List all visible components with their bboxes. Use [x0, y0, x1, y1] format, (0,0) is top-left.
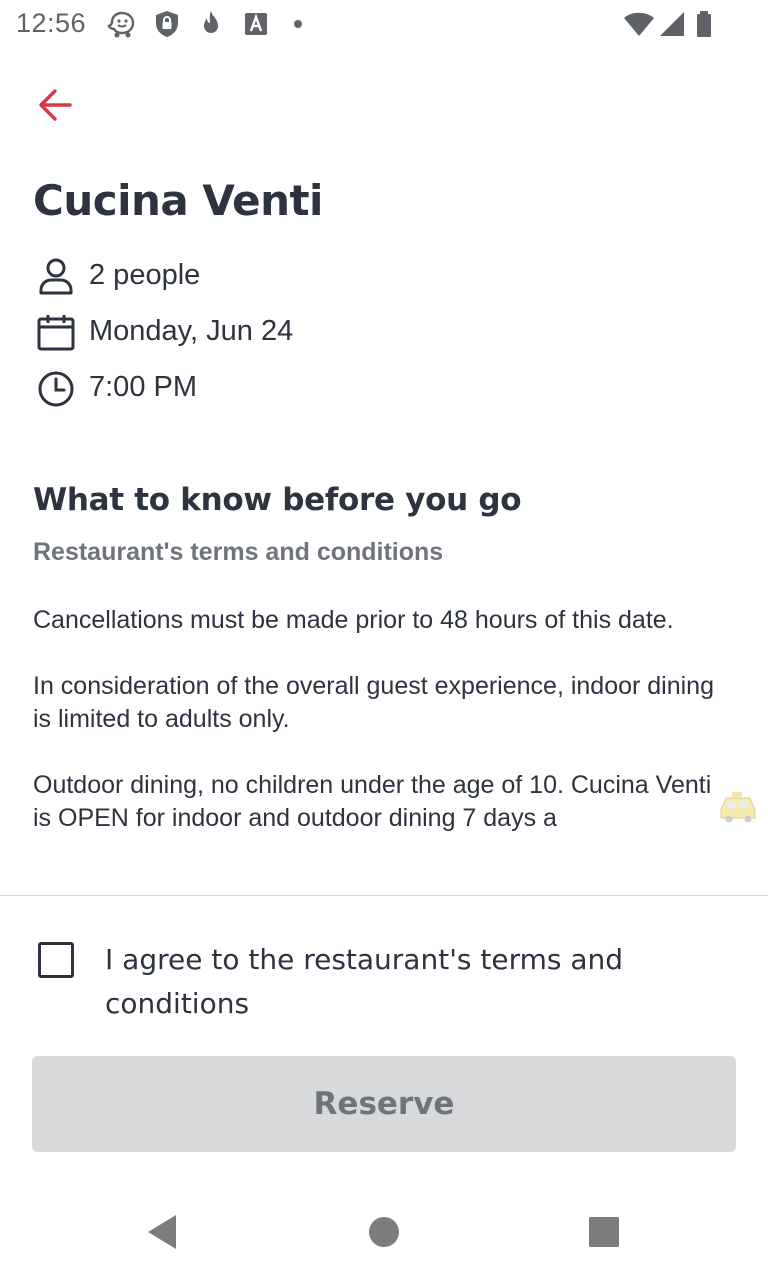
time-row: 7:00 PM [34, 366, 534, 410]
calendar-icon [37, 315, 75, 351]
taxi-icon [720, 792, 756, 823]
wifi-icon [624, 12, 654, 36]
nav-recents-icon[interactable] [580, 1210, 628, 1254]
terms-subheading: Restaurant's terms and conditions [33, 538, 444, 566]
terms-paragraph: In consideration of the overall guest ex… [33, 672, 714, 733]
terms-paragraph: Cancellations must be made prior to 48 h… [33, 606, 674, 634]
nav-home-icon[interactable] [360, 1210, 408, 1254]
back-button[interactable] [26, 80, 86, 130]
font-a-icon [245, 13, 267, 35]
clock-icon [38, 371, 74, 407]
agree-checkbox[interactable] [38, 942, 74, 978]
party-size-text: 2 people [89, 259, 201, 291]
restaurant-name: Cucina Venti [33, 176, 323, 225]
battery-icon [697, 11, 711, 37]
nav-back-icon[interactable] [138, 1210, 186, 1254]
flame-icon [204, 11, 218, 33]
date-text: Monday, Jun 24 [89, 315, 294, 347]
date-row: Monday, Jun 24 [34, 310, 534, 354]
dot-icon [294, 20, 302, 28]
arrow-left-icon [39, 89, 72, 121]
terms-text[interactable]: Cancellations must be made prior to 48 h… [33, 604, 723, 866]
terms-paragraph: Outdoor dining, no children under the ag… [33, 771, 712, 832]
divider [0, 895, 768, 896]
status-bar: 12:56 [0, 0, 768, 48]
shield-lock-icon [156, 11, 178, 37]
signal-icon [660, 12, 684, 36]
time-text: 7:00 PM [89, 371, 197, 403]
waze-icon [107, 11, 135, 38]
system-nav-bar [0, 1184, 768, 1280]
reserve-button[interactable]: Reserve [32, 1056, 736, 1152]
status-time: 12:56 [16, 8, 87, 38]
section-heading: What to know before you go [33, 482, 522, 518]
agree-label[interactable]: I agree to the restaurant's terms and co… [105, 938, 705, 1026]
party-size-row: 2 people [34, 254, 534, 298]
person-icon [39, 258, 73, 295]
